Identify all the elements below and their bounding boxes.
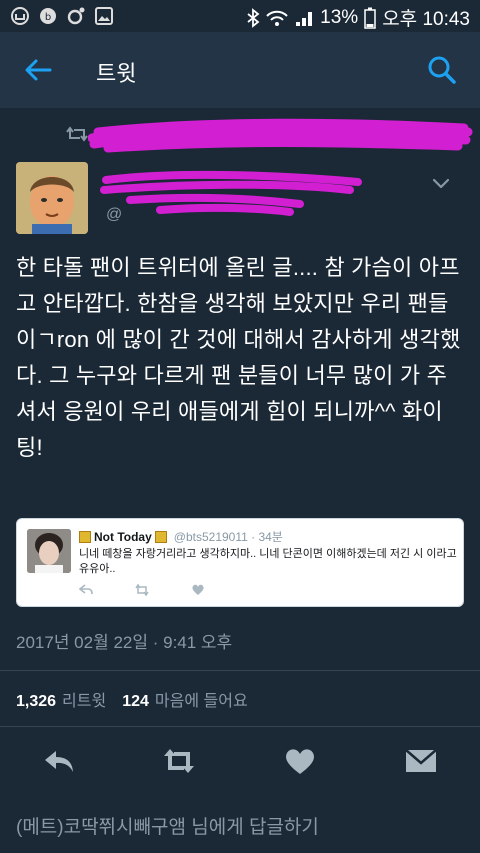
retweet-count-label: 리트윗 [62, 693, 107, 710]
embedded-tweet-card[interactable]: Not Today @bts5219011 · 34분 니네 떼창을 자랑거리라… [16, 518, 464, 607]
tweet-timestamp: 2017년 02월 22일 · 9:41 오후 [16, 633, 233, 652]
signal-icon [296, 11, 313, 26]
heart-icon [192, 584, 204, 595]
svg-text:b: b [45, 12, 51, 23]
author-avatar[interactable] [16, 162, 88, 234]
reply-button[interactable] [42, 746, 76, 776]
tweet-stats: 1,326 리트윗 124 마음에 들어요 [16, 687, 258, 711]
status-notification-icons: b [10, 6, 114, 26]
chevron-down-icon[interactable] [430, 172, 452, 194]
divider [0, 726, 480, 727]
tweet-text: 한 타돌 팬이 트위터에 올린 글.... 참 가슴이 아프고 안타깝다. 한참… [16, 255, 461, 460]
embedded-tweet-handle: @bts5219011 · 34분 [173, 530, 283, 544]
retweet-small-icon [66, 126, 88, 142]
divider [0, 670, 480, 671]
app-notification-icon [11, 7, 29, 25]
like-button[interactable] [283, 746, 317, 776]
direct-message-button[interactable] [404, 746, 438, 776]
battery-percent: 13% [320, 6, 359, 28]
reply-icon [79, 584, 93, 595]
link-notification-icon [67, 7, 85, 25]
reply-placeholder: (메트)코딱쮜시빼구앰 님에게 답글하기 [16, 817, 319, 838]
embedded-tweet-header: Not Today @bts5219011 · 34분 [79, 528, 283, 545]
gallery-notification-icon [95, 7, 113, 25]
retweet-button[interactable] [162, 746, 196, 776]
redaction-scribble [88, 118, 473, 153]
flag-emoji-icon [79, 530, 91, 543]
tweet-action-bar [0, 740, 480, 784]
page-title: 트윗 [96, 61, 137, 86]
clock: 오후 10:43 [382, 9, 470, 30]
reply-input[interactable]: (메트)코딱쮜시빼구앰 님에게 답글하기 [0, 792, 480, 853]
embedded-tweet-text: 니네 떼창을 자랑거리라고 생각하지마.. 니네 단콘이면 이해하겠는데 저긴 … [79, 548, 457, 575]
bluetooth-icon [247, 7, 260, 28]
back-arrow-icon[interactable] [22, 54, 54, 86]
wifi-icon [266, 10, 288, 26]
status-system-icons: 13% 오후 10:43 [246, 4, 470, 31]
chat-notification-icon: b [40, 8, 56, 24]
flag-emoji-icon [154, 530, 167, 543]
like-count[interactable]: 124 [122, 693, 149, 711]
app-bar: 트윗 [0, 32, 480, 108]
author-name-scribble [100, 170, 362, 216]
author-handle[interactable]: @ [106, 206, 122, 224]
embedded-tweet-avatar [27, 529, 71, 573]
embedded-tweet-actions [79, 583, 205, 597]
retweet-count[interactable]: 1,326 [16, 693, 56, 711]
like-count-label: 마음에 들어요 [154, 693, 248, 710]
status-bar: b 13% 오후 10:43 [0, 0, 480, 32]
battery-icon [364, 7, 376, 29]
retweet-icon [135, 583, 149, 597]
search-icon[interactable] [426, 54, 458, 86]
embedded-tweet-name: Not Today [94, 529, 152, 544]
